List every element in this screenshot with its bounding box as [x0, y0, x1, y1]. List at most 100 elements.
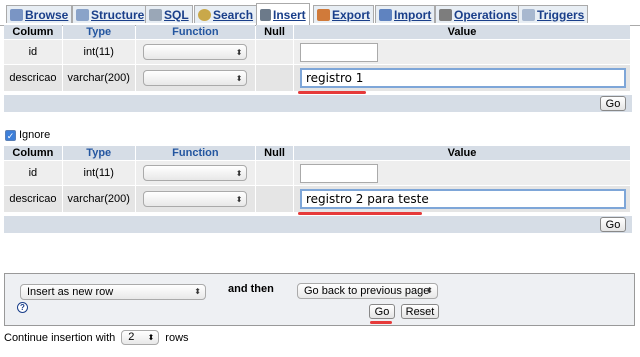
function-header: Function	[135, 146, 256, 160]
tab-operations[interactable]: Operations	[435, 5, 522, 23]
tab-label: Triggers	[537, 7, 585, 22]
tab-export[interactable]: Export	[313, 5, 375, 23]
go-button[interactable]: Go	[369, 304, 395, 319]
continue-insertion-row: Continue insertion with 2 ⬍ rows	[4, 330, 189, 345]
column-name: descricao	[4, 65, 62, 91]
updown-arrow-icon: ⬍	[426, 286, 433, 295]
table-row: id int(11) ⬍	[4, 40, 630, 64]
sql-icon	[149, 8, 162, 21]
type-header: Type	[62, 146, 135, 160]
insert-mode-value: Insert as new row	[27, 286, 114, 298]
insert-mode-select[interactable]: Insert as new row ⬍	[20, 284, 206, 300]
tab-insert[interactable]: Insert	[256, 3, 310, 26]
search-icon	[198, 8, 211, 21]
reset-button[interactable]: Reset	[401, 304, 439, 319]
null-header: Null	[256, 25, 293, 39]
function-select[interactable]: ⬍	[143, 165, 248, 181]
help-icon[interactable]: ?	[17, 302, 28, 313]
column-name: descricao	[4, 186, 62, 212]
tab-structure[interactable]: Structure	[72, 5, 149, 23]
function-select[interactable]: ⬍	[143, 44, 248, 60]
tab-bar: Browse Structure SQL Search Insert Expor…	[0, 2, 640, 26]
value-input-descricao[interactable]: registro 1	[300, 68, 626, 88]
value-cell: registro 2 para teste	[294, 186, 630, 212]
column-type: int(11)	[62, 161, 135, 185]
function-cell: ⬍	[135, 161, 256, 185]
highlight-underline	[298, 91, 366, 94]
value-cell	[294, 161, 630, 185]
tab-label: Export	[332, 7, 371, 22]
form-1-footer: Go	[4, 95, 632, 112]
value-input-descricao[interactable]: registro 2 para teste	[300, 189, 626, 209]
column-header: Column	[4, 25, 62, 39]
go-button[interactable]: Go	[600, 96, 626, 111]
operations-icon	[439, 8, 452, 21]
insert-options-panel: Insert as new row ⬍ and then Go back to …	[4, 273, 635, 326]
updown-arrow-icon: ⬍	[235, 74, 243, 83]
after-action-value: Go back to previous page	[304, 285, 430, 297]
after-action-select[interactable]: Go back to previous page ⬍	[297, 283, 438, 299]
column-header: Column	[4, 146, 62, 160]
updown-arrow-icon: ⬍	[194, 287, 201, 296]
updown-arrow-icon: ⬍	[235, 48, 243, 57]
row-count-select[interactable]: 2 ⬍	[121, 330, 160, 345]
form-2-footer: Go	[4, 216, 632, 233]
ignore-option: ✓ Ignore	[5, 129, 50, 141]
go-button[interactable]: Go	[600, 217, 626, 232]
tab-label: Import	[394, 7, 432, 22]
import-icon	[379, 8, 392, 21]
null-cell	[256, 65, 293, 91]
column-type: varchar(200)	[62, 65, 135, 91]
function-cell: ⬍	[135, 65, 256, 91]
function-select[interactable]: ⬍	[143, 70, 248, 86]
value-input-id[interactable]	[300, 163, 378, 183]
tab-label: Search	[213, 7, 254, 22]
null-cell	[256, 40, 293, 64]
insert-form-2: Column Type Function Null Value id int(1…	[3, 145, 631, 213]
value-input-id[interactable]	[300, 42, 378, 62]
null-header: Null	[256, 146, 293, 160]
column-name: id	[4, 40, 62, 64]
export-icon	[317, 8, 330, 21]
column-name: id	[4, 161, 62, 185]
null-cell	[256, 161, 293, 185]
tab-import[interactable]: Import	[375, 5, 436, 23]
highlight-underline	[370, 321, 392, 324]
table-row: id int(11) ⬍	[4, 161, 630, 185]
updown-arrow-icon: ⬍	[235, 169, 243, 178]
tab-label: Structure	[91, 7, 145, 22]
updown-arrow-icon: ⬍	[147, 333, 155, 342]
and-then-label: and then	[228, 283, 274, 295]
continue-suffix: rows	[165, 331, 189, 344]
tab-label: Browse	[25, 7, 69, 22]
table-row: descricao varchar(200) ⬍ registro 1	[4, 65, 630, 91]
tab-search[interactable]: Search	[194, 5, 258, 23]
column-type: int(11)	[62, 40, 135, 64]
function-cell: ⬍	[135, 40, 256, 64]
column-type: varchar(200)	[62, 186, 135, 212]
browse-icon	[10, 8, 23, 21]
tab-label: Operations	[454, 7, 518, 22]
tab-label: SQL	[164, 7, 189, 22]
insert-icon	[260, 8, 271, 21]
type-header: Type	[62, 25, 135, 39]
null-cell	[256, 186, 293, 212]
table-row: descricao varchar(200) ⬍ registro 2 para…	[4, 186, 630, 212]
tab-label: Insert	[273, 7, 306, 22]
tab-sql[interactable]: SQL	[145, 5, 193, 23]
continue-prefix: Continue insertion with	[4, 331, 116, 344]
insert-form-1: Column Type Function Null Value id int(1…	[3, 24, 631, 92]
tab-browse[interactable]: Browse	[6, 5, 73, 23]
updown-arrow-icon: ⬍	[235, 195, 243, 204]
value-header: Value	[294, 146, 630, 160]
ignore-label: Ignore	[19, 129, 51, 141]
row-count-value: 2	[128, 331, 135, 343]
triggers-icon	[522, 8, 535, 21]
value-cell	[294, 40, 630, 64]
function-select[interactable]: ⬍	[143, 191, 248, 207]
value-header: Value	[294, 25, 630, 39]
ignore-checkbox[interactable]: ✓	[5, 129, 16, 141]
highlight-underline	[298, 212, 422, 215]
value-cell: registro 1	[294, 65, 630, 91]
tab-triggers[interactable]: Triggers	[518, 5, 589, 23]
